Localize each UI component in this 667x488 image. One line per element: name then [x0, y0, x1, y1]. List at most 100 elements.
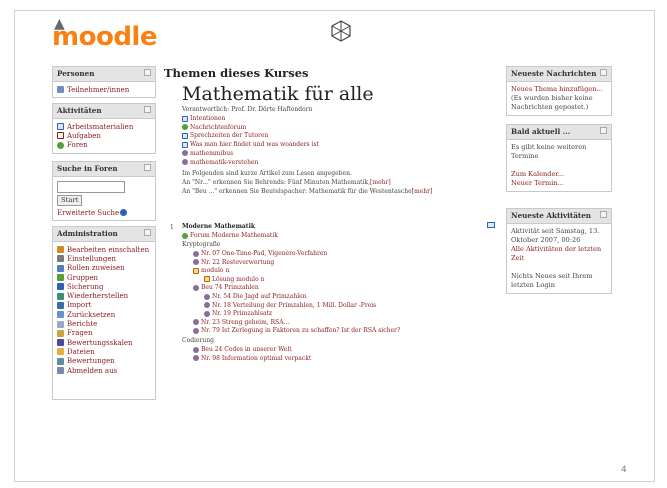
sidebar-item-foren[interactable]: Foren	[57, 141, 151, 150]
sidebar-item-label: Berichte	[67, 320, 98, 329]
page-title: Themen dieses Kurses	[164, 66, 309, 80]
calendar-link[interactable]: Zum Kalender...	[511, 170, 607, 179]
forum-search-input[interactable]	[57, 181, 125, 193]
resource-link[interactable]: Intentionen	[182, 115, 225, 122]
search-start-button[interactable]: Start	[57, 195, 83, 206]
block-header: Neueste Nachrichten	[507, 67, 611, 82]
block-title: Neueste Nachrichten	[511, 69, 597, 78]
section-forum-link[interactable]: Forum Moderne Mathematik	[182, 232, 278, 239]
resource-link[interactable]: Nachrichtenforum	[182, 124, 246, 131]
collapse-icon[interactable]	[600, 211, 607, 218]
collapse-icon[interactable]	[144, 229, 151, 236]
current-section-icon[interactable]	[487, 222, 495, 228]
sidebar-item-admin[interactable]: Dateien	[57, 347, 151, 356]
resource-link-label: Nachrichtenforum	[190, 123, 247, 131]
article-link[interactable]: modulo n	[193, 267, 229, 274]
block-header: Personen	[53, 67, 155, 82]
article-link[interactable]: Nr. 54 Die Jagd auf Primzahlen	[204, 293, 307, 300]
web-icon	[193, 259, 199, 266]
intro-text: Im Folgenden sind kurze Artikel zum Lese…	[182, 170, 352, 177]
resource-link[interactable]: mathemmibus	[182, 150, 233, 157]
resource-link[interactable]: Sprechzeiten der Tutoren	[182, 132, 268, 139]
sidebar-item-admin[interactable]: Bearbeiten einschalten	[57, 245, 151, 254]
sidebar-item-label: Import	[67, 301, 92, 310]
collapse-icon[interactable]	[144, 164, 151, 171]
sidebar-item-label: Bearbeiten einschalten	[67, 245, 150, 254]
sidebar-item-admin[interactable]: Import	[57, 301, 151, 310]
sidebar-item-admin[interactable]: Berichte	[57, 319, 151, 328]
responsible-text: Verantwortlich: Prof. Dr. Dörte Haftendo…	[182, 106, 313, 113]
reset-icon	[57, 311, 64, 319]
restore-icon	[57, 292, 64, 300]
resource-link[interactable]: mathematik-verstehen	[182, 159, 258, 166]
mortarboard-icon: ▲	[54, 16, 65, 32]
article-link[interactable]: Beu 74 Primzahlen	[193, 284, 259, 291]
resource-link[interactable]: Was man hier findet und was woanders ist	[182, 141, 319, 148]
import-icon	[57, 301, 64, 309]
block-title: Bald aktuell ...	[511, 127, 571, 136]
page-number: 4	[621, 465, 627, 475]
info-text: An "Nr..." erkennen Sie Behrends: Fünf M…	[182, 179, 371, 186]
forum-icon	[182, 124, 188, 131]
sidebar-item-admin[interactable]: Fragen	[57, 329, 151, 338]
block-header: Bald aktuell ...	[507, 125, 611, 140]
sidebar-item-admin[interactable]: Zurücksetzen	[57, 310, 151, 319]
category-label: Codierung	[182, 337, 214, 344]
more-link[interactable]: [mehr]	[412, 188, 433, 195]
folder-icon	[193, 267, 199, 274]
article-link[interactable]: Nr. 23 Streng geheim, RSA...	[193, 319, 289, 326]
sidebar-item-teilnehmer[interactable]: Teilnehmer/innen	[57, 85, 151, 94]
sidebar-item-admin[interactable]: Sicherung	[57, 282, 151, 291]
article-link[interactable]: Nr. 07 One-Time-Pad, Vigenère-Verfahren	[193, 250, 327, 257]
sidebar-item-admin[interactable]: Gruppen	[57, 273, 151, 282]
article-link-label: Nr. 54 Die Jagd auf Primzahlen	[212, 293, 307, 300]
new-event-link[interactable]: Neuer Termin...	[511, 179, 607, 188]
sidebar-item-label: Teilnehmer/innen	[67, 85, 130, 94]
sidebar-item-arbeitsmaterialien[interactable]: Arbeitsmaterialien	[57, 122, 151, 131]
sidebar-item-admin[interactable]: Bewertungsskalen	[57, 338, 151, 347]
web-icon	[182, 150, 188, 157]
sidebar-item-admin[interactable]: Einstellungen	[57, 254, 151, 263]
article-link[interactable]: Nr. 19 Primzahlsatz	[204, 310, 272, 317]
info-line-beu: An "Beu ..." erkennen Sie Beutelspacher:…	[182, 188, 432, 195]
article-link-label: Nr. 23 Streng geheim, RSA...	[201, 318, 290, 326]
sidebar-item-admin[interactable]: Rollen zuweisen	[57, 264, 151, 273]
sidebar-item-admin[interactable]: Abmelden aus	[57, 366, 151, 375]
label-krypto: Kryptografie	[182, 241, 220, 248]
moodle-logo[interactable]: ▲ moodle	[52, 16, 157, 52]
forum-icon	[57, 141, 64, 149]
add-topic-link[interactable]: Neues Thema hinzufügen...	[511, 85, 607, 94]
help-icon[interactable]	[120, 209, 128, 217]
block-header: Neueste Aktivitäten	[507, 209, 611, 224]
section-heading: Moderne Mathematik	[182, 223, 255, 230]
section-number: 1	[170, 224, 174, 231]
article-link[interactable]: Nr. 22 Resteverwertung	[193, 259, 274, 266]
all-activity-link[interactable]: Alle Aktivitäten der letzten Zeit	[511, 245, 607, 263]
article-link[interactable]: Beu 24 Codes in unserer Welt	[193, 346, 292, 353]
section-number-line: 1	[170, 224, 174, 231]
resource-icon	[182, 132, 188, 139]
course-title: Mathematik für alle	[182, 83, 374, 105]
article-link[interactable]: Nr. 18 Verteilung der Primzahlen, 1 Mill…	[204, 302, 376, 309]
info-text: An "Beu ..." erkennen Sie Beutelspacher:…	[182, 188, 412, 195]
article-link[interactable]: Lösung modulo n	[204, 276, 264, 283]
sidebar-item-admin[interactable]: Wiederherstellen	[57, 291, 151, 300]
sidebar-item-admin[interactable]: Bewertungen	[57, 357, 151, 366]
people-icon	[57, 86, 64, 94]
collapse-icon[interactable]	[144, 69, 151, 76]
article-link[interactable]: Nr. 79 Ist Zerlegung in Faktoren zu scha…	[193, 327, 400, 334]
sidebar-item-aufgaben[interactable]: Aufgaben	[57, 131, 151, 140]
hexagon-emblem-icon	[331, 20, 351, 42]
article-link-label: Beu 24 Codes in unserer Welt	[201, 346, 292, 353]
article-link-label: Nr. 98 Information optimal verpackt	[201, 354, 312, 362]
collapse-icon[interactable]	[144, 106, 151, 113]
collapse-icon[interactable]	[600, 127, 607, 134]
article-link[interactable]: Nr. 98 Information optimal verpackt	[193, 355, 311, 362]
sidebar-item-label: Abmelden aus	[67, 366, 118, 375]
sidebar-item-label: Einstellungen	[67, 254, 117, 263]
advanced-search-link[interactable]: Erweiterte Suche	[57, 208, 151, 217]
resource-link-label: Sprechzeiten der Tutoren	[190, 132, 269, 140]
collapse-icon[interactable]	[600, 69, 607, 76]
more-link[interactable]: [mehr]	[370, 179, 391, 186]
assignment-icon	[57, 132, 64, 140]
